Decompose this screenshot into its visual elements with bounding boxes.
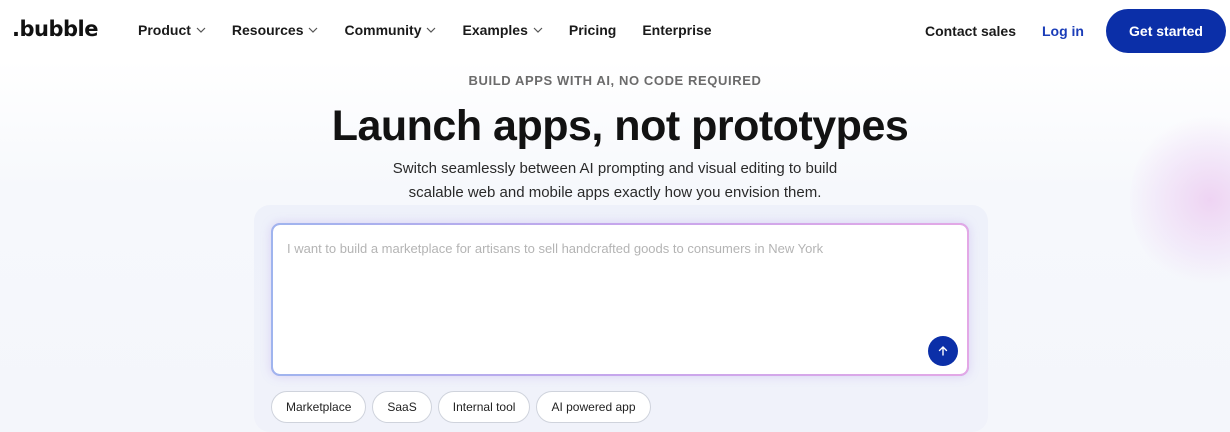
subheadline-line-1: Switch seamlessly between AI prompting a… [392,160,838,177]
hero-headline: Launch apps, not prototypes [331,102,909,150]
suggestion-chips: Marketplace SaaS Internal tool AI powere… [271,391,657,423]
nav-item-product[interactable]: Product [138,22,206,38]
subheadline-line-2: scalable web and mobile apps exactly how… [408,184,822,201]
nav-item-examples[interactable]: Examples [462,22,543,38]
bubble-logo[interactable]: .bubble [12,17,98,41]
nav-actions: Contact sales Log in Get started [925,0,1230,62]
nav-item-label: Pricing [568,22,617,38]
nav-item-pricing[interactable]: Pricing [569,22,616,38]
chevron-down-icon [427,27,436,33]
hero-eyebrow: BUILD APPS WITH AI, NO CODE REQUIRED [468,73,762,88]
nav-item-label: Community [344,22,422,38]
main-menu: Product Resources Community Examples Pri… [138,22,738,38]
prompt-input[interactable] [287,241,927,351]
nav-item-resources[interactable]: Resources [232,22,319,38]
chip-marketplace[interactable]: Marketplace [271,391,367,423]
prompt-box [271,223,969,376]
login-link[interactable]: Log in [1042,23,1084,39]
chip-internal-tool[interactable]: Internal tool [437,391,531,423]
chevron-down-icon [533,27,543,33]
nav-item-label: Enterprise [642,22,712,38]
top-navigation: .bubble Product Resources Community Exam… [0,0,1230,62]
chip-saas[interactable]: SaaS [372,391,432,423]
nav-item-label: Product [138,22,191,38]
contact-sales-link[interactable]: Contact sales [925,23,1016,39]
nav-item-label: Examples [462,22,528,38]
nav-item-community[interactable]: Community [344,22,436,38]
get-started-button[interactable]: Get started [1106,9,1226,53]
arrow-up-icon [938,346,948,356]
send-prompt-button[interactable] [928,336,958,366]
nav-item-enterprise[interactable]: Enterprise [642,22,711,38]
chevron-down-icon [196,27,206,33]
chevron-down-icon [309,27,318,33]
nav-item-label: Resources [231,22,304,38]
chip-ai-powered-app[interactable]: AI powered app [536,391,651,423]
hero-subheadline: Switch seamlessly between AI prompting a… [0,157,1230,205]
